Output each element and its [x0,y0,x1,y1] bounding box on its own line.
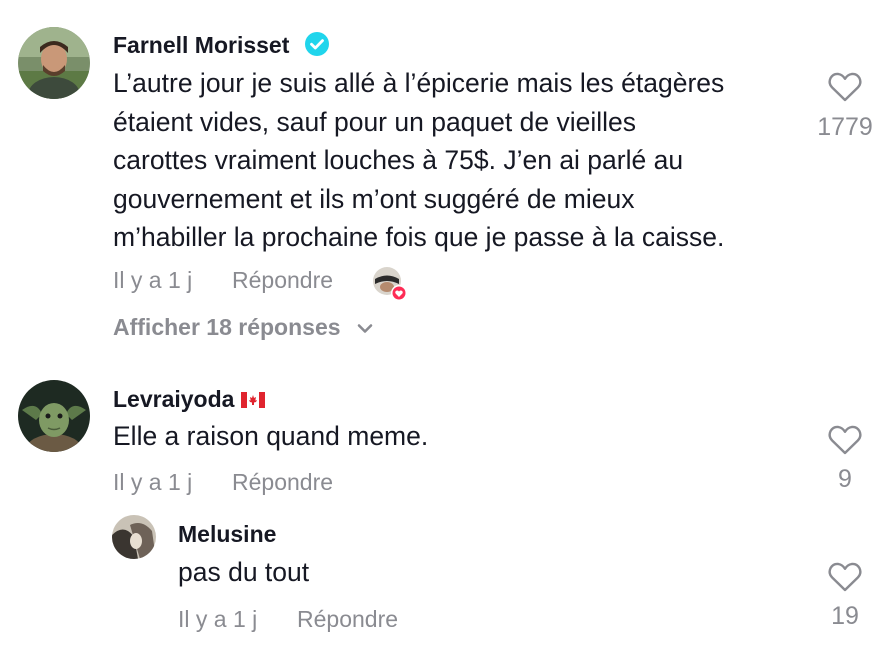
heart-icon [828,72,862,102]
reply-button[interactable]: Répondre [232,469,333,495]
like-count: 1779 [817,113,873,141]
comment-text: Elle a raison quand meme. [113,421,429,451]
chevron-down-icon [357,321,373,339]
heart-icon [828,562,862,592]
comment-text-line: étaient vides, sauf pour un paquet de vi… [113,106,636,137]
creator-liked-badge [371,266,409,302]
username[interactable]: Farnell Morisset [113,32,289,58]
like-button[interactable] [828,562,862,597]
comment-header: Levraiyoda [113,386,265,413]
comment-meta: Il y a 1 j [113,267,192,294]
comment-text-line: m’habiller la prochaine fois que je pass… [113,222,725,252]
comment-text-line: gouvernement et ils m’ont suggéré de mie… [113,183,635,214]
like-count: 9 [838,465,852,493]
comment-text: L’autre jour je suis allé à l’épicerie m… [113,64,724,257]
timestamp: Il y a 1 j [178,606,258,632]
like-button[interactable] [828,425,862,460]
username[interactable]: Levraiyoda [113,386,234,412]
verified-badge-icon [304,31,330,62]
avatar[interactable] [18,27,90,99]
reply-button[interactable]: Répondre [297,606,398,632]
comment-text-line: carottes vraiment louches à 75$. J’en ai… [113,145,684,175]
canada-flag-icon [240,392,265,413]
view-replies-label: Afficher 18 réponses [113,314,341,340]
comment-text-line: L’autre jour je suis allé à l’épicerie m… [113,68,725,98]
like-count: 19 [831,602,859,630]
reply-button[interactable]: Répondre [232,267,333,293]
timestamp: Il y a 1 j [113,469,193,495]
username[interactable]: Melusine [178,521,276,548]
avatar[interactable] [18,380,90,452]
heart-icon [828,425,862,455]
creator-avatar-icon [373,267,407,301]
timestamp: Il y a 1 j [113,267,193,293]
comment-header: Farnell Morisset [113,31,330,62]
like-button[interactable] [828,72,862,107]
comment-text: pas du tout [178,557,310,587]
avatar[interactable] [112,515,156,559]
view-replies-button[interactable]: Afficher 18 réponses [113,314,373,341]
